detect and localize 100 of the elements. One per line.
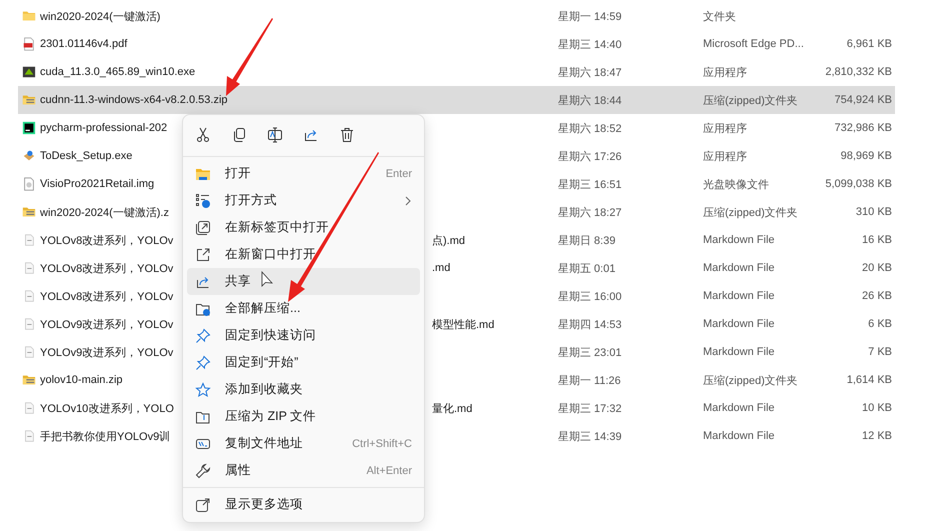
- file-type: 应用程序: [703, 122, 748, 136]
- file-size: 5,099,038 KB: [825, 178, 892, 190]
- modified-date: 星期六 18:52: [558, 122, 623, 136]
- app-icon: [22, 65, 36, 79]
- cut-icon: [195, 127, 211, 143]
- file-name: yolov10-main.zip: [40, 374, 123, 386]
- document-icon: [22, 345, 36, 359]
- menu-item[interactable]: 在新窗口中打开: [187, 241, 420, 268]
- open-with-icon: [195, 192, 211, 208]
- pin-icon: [195, 354, 211, 370]
- file-name: YOLOv9改进系列，YOLOv: [40, 346, 174, 360]
- modified-date: 星期五 0:01: [558, 262, 616, 276]
- delete-icon: [339, 127, 355, 143]
- file-type: Markdown File: [703, 402, 776, 414]
- file-size: 26 KB: [862, 290, 892, 302]
- file-name: YOLOv8改进系列，YOLOv: [40, 234, 174, 248]
- shortcut-text: Ctrl+Shift+C: [352, 438, 412, 450]
- file-name: YOLOv8改进系列，YOLOv: [40, 290, 174, 304]
- file-size: 98,969 KB: [840, 150, 892, 162]
- menu-item[interactable]: 显示更多选项: [187, 491, 420, 518]
- file-name: 模型性能.md: [432, 318, 494, 332]
- file-name: VisioPro2021Retail.img: [40, 178, 154, 190]
- file-type: 光盘映像文件: [703, 178, 770, 192]
- modified-date: 星期一 14:59: [558, 10, 623, 24]
- menu-item[interactable]: 添加到收藏夹: [187, 376, 420, 403]
- disc-image-icon: [22, 177, 36, 191]
- file-name: cuda_11.3.0_465.89_win10.exe: [40, 66, 196, 78]
- file-type: Markdown File: [703, 262, 776, 274]
- file-name: 量化.md: [432, 402, 472, 416]
- zip-folder-icon: [22, 205, 36, 219]
- modified-date: 星期六 18:27: [558, 206, 623, 220]
- zip-folder-icon: [22, 373, 36, 387]
- document-icon: [22, 401, 36, 415]
- file-name: YOLOv10改进系列，YOLO: [40, 402, 174, 416]
- menu-item[interactable]: 固定到“开始”: [187, 349, 420, 376]
- file-size: 16 KB: [862, 234, 892, 246]
- rename-icon: [267, 127, 283, 143]
- share-icon: [303, 127, 319, 143]
- document-icon: [22, 289, 36, 303]
- file-type: 压缩(zipped)文件夹: [703, 374, 799, 388]
- file-size: 20 KB: [862, 262, 892, 274]
- pdf-file-icon: [22, 37, 36, 51]
- file-name: ToDesk_Setup.exe: [40, 150, 132, 162]
- menu-item[interactable]: 共享: [187, 268, 420, 295]
- file-name: 2301.01146v4.pdf: [40, 38, 128, 50]
- file-name: YOLOv8改进系列，YOLOv: [40, 262, 174, 276]
- menu-item[interactable]: 固定到快速访问: [187, 322, 420, 349]
- file-type: 应用程序: [703, 150, 748, 164]
- file-size: 310 KB: [856, 206, 892, 218]
- file-size: 1,614 KB: [846, 374, 892, 386]
- selected-row[interactable]: cudnn-11.3-windows-x64-v8.2.0.53.zip 星期六 18:44 压缩(zipped)文件夹 754,924 KB: [18, 86, 895, 114]
- file-size: 12 KB: [862, 430, 892, 442]
- file-name: .md: [432, 262, 450, 274]
- folder-icon: [22, 9, 36, 23]
- file-type: 应用程序: [703, 66, 748, 80]
- menu-item[interactable]: 在新标签页中打开: [187, 214, 420, 241]
- shortcut-text: Alt+Enter: [366, 464, 412, 476]
- new-tab-icon: [195, 220, 211, 236]
- menu-item[interactable]: 压缩为 ZIP 文件: [187, 403, 420, 430]
- file-type: 文件夹: [703, 10, 737, 24]
- file-name: 点).md: [432, 234, 465, 248]
- wrench-icon: [195, 462, 211, 478]
- installer-icon: [22, 149, 36, 163]
- modified-date: 星期三 14:40: [558, 38, 623, 52]
- copy-icon: [231, 127, 247, 143]
- modified-date: 星期三 17:32: [558, 402, 623, 416]
- file-size: 10 KB: [862, 402, 892, 414]
- modified-date: 星期三 14:39: [558, 430, 623, 444]
- file-type: Markdown File: [703, 430, 776, 442]
- document-icon: [22, 429, 36, 443]
- app-icon: [22, 121, 36, 135]
- menu-item[interactable]: 打开 Enter: [187, 160, 420, 187]
- file-type: 压缩(zipped)文件夹: [703, 94, 799, 108]
- modified-date: 星期四 14:53: [558, 318, 623, 332]
- document-icon: [22, 233, 36, 247]
- star-icon: [195, 382, 211, 398]
- file-size: 732,986 KB: [834, 122, 892, 134]
- more-options-icon: [195, 496, 211, 512]
- modified-date: 星期三 16:00: [558, 290, 623, 304]
- modified-date: 星期六 17:26: [558, 150, 623, 164]
- file-type: 压缩(zipped)文件夹: [703, 206, 799, 220]
- document-icon: [22, 261, 36, 275]
- menu-item[interactable]: 复制文件地址 Ctrl+Shift+C: [187, 430, 420, 457]
- shortcut-text: Enter: [386, 168, 412, 180]
- modified-date: 星期三 23:01: [558, 346, 623, 360]
- menu-item[interactable]: 全部解压缩...: [187, 295, 420, 322]
- file-type: Microsoft Edge PD...: [703, 38, 805, 50]
- file-size: 754,924 KB: [834, 94, 892, 106]
- file-name: 手把书教你使用YOLOv9训: [40, 430, 170, 444]
- file-type: Markdown File: [703, 318, 776, 330]
- file-type: Markdown File: [703, 290, 776, 302]
- mouse-cursor-icon: [262, 270, 273, 287]
- file-type: Markdown File: [703, 234, 776, 246]
- file-size: 6,961 KB: [846, 38, 892, 50]
- file-name: win2020-2024(一键激活).z: [40, 206, 169, 220]
- file-size: 7 KB: [868, 346, 892, 358]
- menu-item[interactable]: 属性 Alt+Enter: [187, 457, 420, 484]
- modified-date: 星期日 8:39: [558, 234, 616, 248]
- menu-item[interactable]: 打开方式: [187, 187, 420, 214]
- modified-date: 星期一 11:26: [558, 374, 622, 388]
